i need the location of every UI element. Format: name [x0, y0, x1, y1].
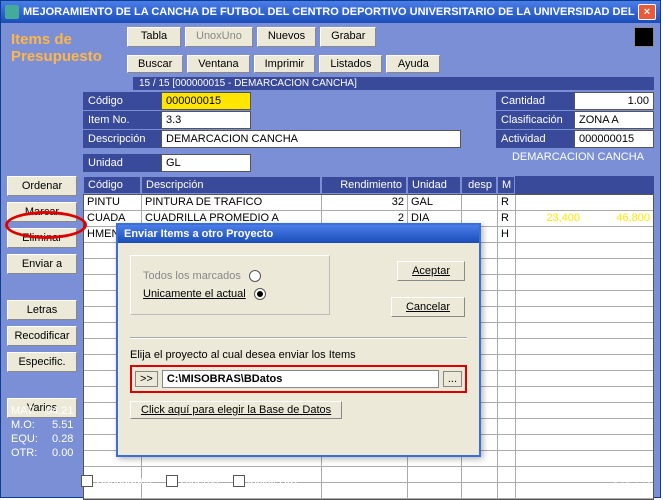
especific-button[interactable]: Especific. [7, 352, 77, 372]
imprimir-button[interactable]: Imprimir [254, 55, 316, 73]
ayuda-button[interactable]: Ayuda [386, 55, 440, 73]
gh-codigo[interactable]: Código [83, 176, 141, 194]
radio-todos[interactable] [249, 270, 261, 282]
toolbar-area: Items de Presupuesto Tabla UnoxUno Nuevo… [1, 23, 660, 77]
letras-button[interactable]: Letras [7, 300, 77, 320]
enviar-dialog: Enviar Items a otro Proyecto Todos los m… [116, 223, 481, 457]
actividad-field[interactable]: 000000015 [574, 130, 654, 148]
cantidad-label: Cantidad [496, 92, 574, 110]
gh-desp[interactable]: desp [461, 176, 497, 194]
gh-unidad[interactable]: Unidad [407, 176, 461, 194]
blank-panel [634, 27, 654, 47]
record-info: 15 / 15 [000000015 - DEMARCACION CANCHA] [133, 77, 654, 90]
buscar-button[interactable]: Buscar [127, 55, 183, 73]
gh-desc[interactable]: Descripción [141, 176, 321, 194]
app-window: MEJORAMIENTO DE LA CANCHA DE FUTBOL DEL … [0, 0, 661, 498]
marcar-button[interactable]: Marcar [7, 202, 77, 222]
unidad-label: Unidad [83, 154, 161, 172]
titlebar: MEJORAMIENTO DE LA CANCHA DE FUTBOL DEL … [1, 1, 660, 23]
path-input[interactable]: C:\MISOBRAS\BDatos [162, 370, 439, 388]
opt-todos[interactable]: Todos los marcados [135, 270, 325, 282]
radio-actual[interactable] [254, 288, 266, 300]
clasif-label: Clasificación [496, 111, 574, 129]
footer: Cantidades Dineros Incluir AIU 849,14084… [81, 469, 652, 493]
totals: 849,140849,140 [612, 469, 652, 493]
right-values: 25,000800,00023,40046,80012,340 [520, 196, 650, 244]
dineros-check[interactable]: Dineros [166, 475, 219, 487]
itemno-field[interactable]: 3.3 [161, 111, 251, 129]
eliminar-button[interactable]: Eliminar [7, 228, 77, 248]
grid-header: Código Descripción Rendimiento Unidad de… [83, 176, 654, 194]
path-row: >> C:\MISOBRAS\BDatos ... [130, 365, 467, 393]
cantidad-field[interactable]: 1.00 [574, 92, 654, 110]
option-group: Todos los marcados Unicamente el actual [130, 255, 330, 315]
clasif-field[interactable]: ZONA A [574, 111, 654, 129]
aceptar-button[interactable]: Aceptar [397, 261, 465, 281]
recodificar-button[interactable]: Recodificar [7, 326, 77, 346]
actividad-label: Actividad [496, 130, 574, 148]
browse-button[interactable]: ... [443, 371, 462, 387]
gh-m[interactable]: M [497, 176, 515, 194]
elija-label: Elija el proyecto al cual desea enviar l… [130, 349, 467, 361]
aiu-check[interactable]: Incluir AIU [233, 475, 298, 487]
module-title: Items de Presupuesto [7, 27, 117, 73]
ordenar-button[interactable]: Ordenar [7, 176, 77, 196]
itemno-label: Item No. [83, 111, 161, 129]
dialog-title: Enviar Items a otro Proyecto [118, 225, 479, 243]
cancelar-button[interactable]: Cancelar [391, 297, 465, 317]
fields-area: Código000000015 Item No.3.3 DescripciónD… [7, 92, 654, 172]
nuevos-button[interactable]: Nuevos [257, 27, 316, 47]
stats: MAT:94.21 M.O:5.51 EQU:0.28 OTR:0.00 [9, 403, 81, 461]
codigo-field[interactable]: 000000015 [161, 92, 251, 110]
window-title: MEJORAMIENTO DE LA CANCHA DE FUTBOL DEL … [23, 6, 638, 18]
gh-rend[interactable]: Rendimiento [321, 176, 407, 194]
unoxuno-button[interactable]: UnoxUno [185, 27, 253, 47]
grabar-button[interactable]: Grabar [320, 27, 376, 47]
opt-actual[interactable]: Unicamente el actual [135, 288, 325, 300]
desc-field[interactable]: DEMARCACION CANCHA [161, 130, 461, 148]
desc-label: Descripción [83, 130, 161, 148]
tabla-button[interactable]: Tabla [127, 27, 181, 47]
close-button[interactable]: × [638, 4, 656, 20]
listados-button[interactable]: Listados [319, 55, 382, 73]
enviar-button[interactable]: Enviar a [7, 254, 77, 274]
dem-text: DEMARCACION CANCHA [496, 149, 654, 165]
codigo-label: Código [83, 92, 161, 110]
click-db-button[interactable]: Click aquí para elegir la Base de Datos [130, 401, 342, 419]
cantidades-check[interactable]: Cantidades [81, 475, 152, 487]
app-icon [5, 5, 19, 19]
ventana-button[interactable]: Ventana [187, 55, 249, 73]
unidad-field[interactable]: GL [161, 154, 251, 172]
go-button[interactable]: >> [135, 371, 158, 387]
